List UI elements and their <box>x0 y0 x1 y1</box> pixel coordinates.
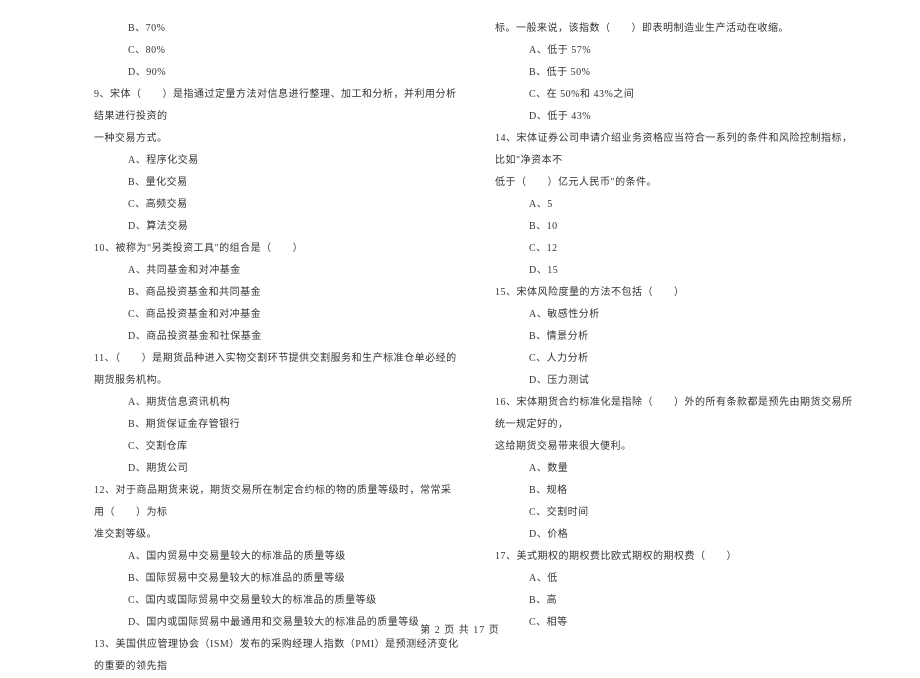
q9-option-d: D、算法交易 <box>94 216 459 238</box>
q15-option-c: C、人力分析 <box>495 348 860 370</box>
q13-option-a: A、低于 57% <box>495 40 860 62</box>
q14-text-line1: 14、宋体证券公司申请介绍业务资格应当符合一系列的条件和风险控制指标，比如"净资… <box>495 128 860 172</box>
q10-option-a: A、共同基金和对冲基金 <box>94 260 459 282</box>
q9-option-c: C、高频交易 <box>94 194 459 216</box>
q9-text-line1: 9、宋体（ ）是指通过定量方法对信息进行整理、加工和分析，并利用分析结果进行投资… <box>94 84 459 128</box>
q16-option-b: B、规格 <box>495 480 860 502</box>
q17-option-b: B、高 <box>495 590 860 612</box>
q10-option-c: C、商品投资基金和对冲基金 <box>94 304 459 326</box>
q14-option-d: D、15 <box>495 260 860 282</box>
q9-option-b: B、量化交易 <box>94 172 459 194</box>
q16-option-c: C、交割时间 <box>495 502 860 524</box>
q11-option-b: B、期货保证金存管银行 <box>94 414 459 436</box>
q10-option-d: D、商品投资基金和社保基金 <box>94 326 459 348</box>
q15-option-a: A、敏感性分析 <box>495 304 860 326</box>
q12-option-a: A、国内贸易中交易量较大的标准品的质量等级 <box>94 546 459 568</box>
q9-text-line2: 一种交易方式。 <box>94 128 459 150</box>
page-container: B、70% C、80% D、90% 9、宋体（ ）是指通过定量方法对信息进行整理… <box>0 18 920 618</box>
q13-option-d: D、低于 43% <box>495 106 860 128</box>
q13-text-line1: 13、美国供应管理协会（ISM）发布的采购经理人指数（PMI）是预测经济变化的重… <box>94 634 459 678</box>
q12-option-c: C、国内或国际贸易中交易量较大的标准品的质量等级 <box>94 590 459 612</box>
q13-option-b: B、低于 50% <box>495 62 860 84</box>
q16-text-line2: 这给期货交易带来很大便利。 <box>495 436 860 458</box>
q17-text-line1: 17、美式期权的期权费比欧式期权的期权费（ ） <box>495 546 860 568</box>
q8-option-d: D、90% <box>94 62 459 84</box>
q13-cont-line1: 标。一般来说，该指数（ ）即表明制造业生产活动在收缩。 <box>495 18 860 40</box>
q9-option-a: A、程序化交易 <box>94 150 459 172</box>
q12-text-line1: 12、对于商品期货来说，期货交易所在制定合约标的物的质量等级时，常常采用（ ）为… <box>94 480 459 524</box>
q12-option-b: B、国际贸易中交易量较大的标准品的质量等级 <box>94 568 459 590</box>
q16-text-line1: 16、宋体期货合约标准化是指除（ ）外的所有条款都是预先由期货交易所统一规定好的… <box>495 392 860 436</box>
page-footer: 第 2 页 共 17 页 <box>0 621 920 636</box>
q13-option-c: C、在 50%和 43%之间 <box>495 84 860 106</box>
q16-option-a: A、数量 <box>495 458 860 480</box>
q11-option-d: D、期货公司 <box>94 458 459 480</box>
q14-option-b: B、10 <box>495 216 860 238</box>
left-column: B、70% C、80% D、90% 9、宋体（ ）是指通过定量方法对信息进行整理… <box>0 18 477 618</box>
q14-option-c: C、12 <box>495 238 860 260</box>
q14-text-line2: 低于（ ）亿元人民币"的条件。 <box>495 172 860 194</box>
q15-option-b: B、情景分析 <box>495 326 860 348</box>
q8-option-c: C、80% <box>94 40 459 62</box>
q15-text-line1: 15、宋体风险度量的方法不包括（ ） <box>495 282 860 304</box>
right-column: 标。一般来说，该指数（ ）即表明制造业生产活动在收缩。 A、低于 57% B、低… <box>477 18 920 618</box>
q16-option-d: D、价格 <box>495 524 860 546</box>
q11-option-c: C、交割仓库 <box>94 436 459 458</box>
q14-option-a: A、5 <box>495 194 860 216</box>
q10-text-line1: 10、被称为"另类投资工具"的组合是（ ） <box>94 238 459 260</box>
q10-option-b: B、商品投资基金和共同基金 <box>94 282 459 304</box>
q12-text-line2: 准交割等级。 <box>94 524 459 546</box>
q8-option-b: B、70% <box>94 18 459 40</box>
q11-text-line1: 11、（ ）是期货品种进入实物交割环节提供交割服务和生产标准仓单必经的期货服务机… <box>94 348 459 392</box>
q15-option-d: D、压力测试 <box>495 370 860 392</box>
q17-option-a: A、低 <box>495 568 860 590</box>
q11-option-a: A、期货信息资讯机构 <box>94 392 459 414</box>
